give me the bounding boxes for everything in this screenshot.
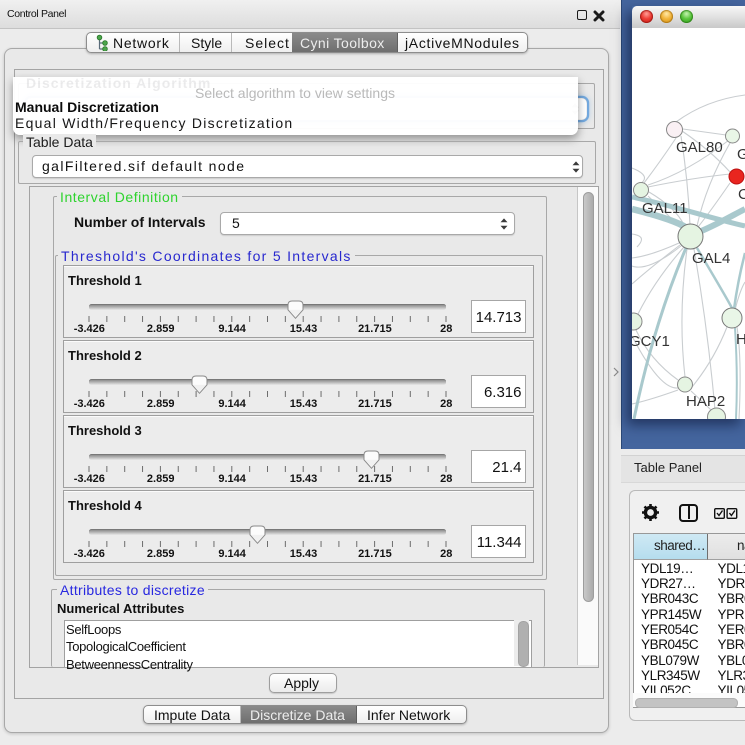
svg-text:GCY1: GCY1 — [632, 333, 670, 350]
svg-text:H: H — [736, 331, 745, 348]
svg-text:HAP2: HAP2 — [686, 393, 725, 410]
svg-text:GAL4: GAL4 — [692, 250, 730, 267]
svg-text:GAL80: GAL80 — [676, 139, 723, 156]
svg-text:GAL11: GAL11 — [642, 200, 688, 217]
svg-text:C: C — [738, 186, 745, 203]
svg-text:GA: GA — [737, 146, 745, 163]
